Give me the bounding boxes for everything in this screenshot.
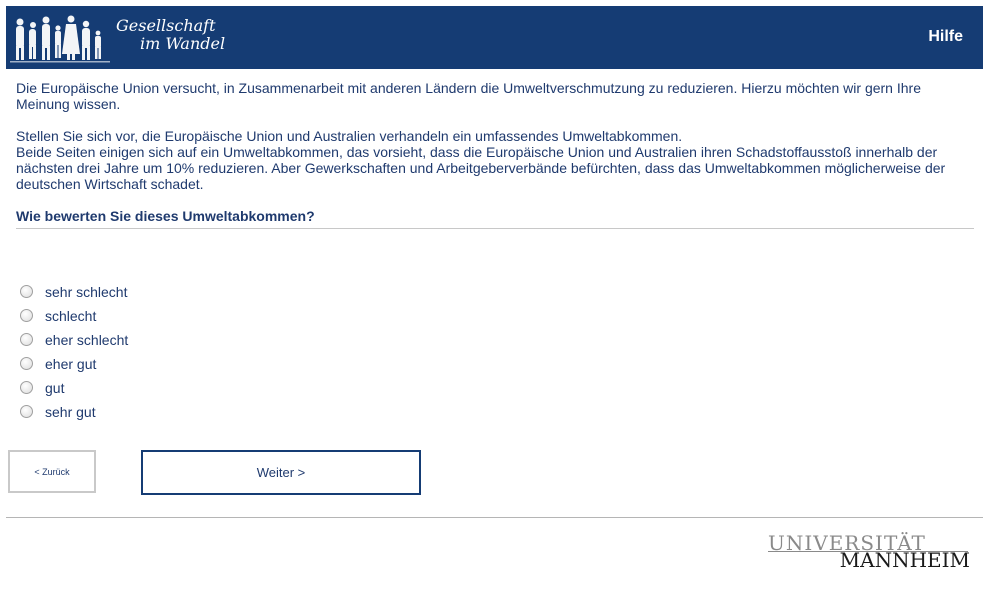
option-label: gut xyxy=(45,380,65,396)
site-logo-text: Gesellschaft im Wandel xyxy=(116,17,225,53)
option-label: sehr schlecht xyxy=(45,284,128,300)
intro-paragraph-2-line-1: Stellen Sie sich vor, die Europäische Un… xyxy=(16,128,683,144)
people-silhouette-logo xyxy=(10,15,110,63)
question-divider xyxy=(16,228,974,229)
option-sehr-gut[interactable]: sehr gut xyxy=(20,400,128,424)
option-sehr-schlecht[interactable]: sehr schlecht xyxy=(20,280,128,304)
option-eher-schlecht[interactable]: eher schlecht xyxy=(20,328,128,352)
help-link[interactable]: Hilfe xyxy=(928,28,963,46)
intro-paragraph-2: Stellen Sie sich vor, die Europäische Un… xyxy=(16,128,974,192)
option-label: schlecht xyxy=(45,308,97,324)
logo-line-2: im Wandel xyxy=(140,34,226,53)
answer-options: sehr schlecht schlecht eher schlecht ehe… xyxy=(20,280,128,424)
logo-line-1: Gesellschaft xyxy=(116,16,216,35)
option-label: eher schlecht xyxy=(45,332,129,348)
radio-button[interactable] xyxy=(20,380,33,394)
option-schlecht[interactable]: schlecht xyxy=(20,304,128,328)
next-button[interactable]: Weiter > xyxy=(141,450,421,495)
question-title: Wie bewerten Sie dieses Umweltabkommen? xyxy=(16,208,315,224)
radio-button[interactable] xyxy=(20,356,33,370)
option-label: eher gut xyxy=(45,356,97,372)
intro-text: Die Europäische Union versucht, in Zusam… xyxy=(16,80,974,192)
header-bar: Gesellschaft im Wandel Hilfe xyxy=(6,6,983,69)
radio-button[interactable] xyxy=(20,284,33,298)
university-logo: UNIVERSITÄT MANNHEIM xyxy=(768,531,970,572)
intro-paragraph-2-line-2: Beide Seiten einigen sich auf ein Umwelt… xyxy=(16,144,946,192)
intro-paragraph-1: Die Europäische Union versucht, in Zusam… xyxy=(16,80,921,112)
option-gut[interactable]: gut xyxy=(20,376,128,400)
radio-button[interactable] xyxy=(20,332,33,346)
footer-divider xyxy=(6,517,983,518)
university-logo-line-2: MANNHEIM xyxy=(839,548,970,572)
radio-button[interactable] xyxy=(20,404,33,418)
radio-button[interactable] xyxy=(20,308,33,322)
option-eher-gut[interactable]: eher gut xyxy=(20,352,128,376)
option-label: sehr gut xyxy=(45,404,96,420)
back-button[interactable]: < Zurück xyxy=(8,450,96,493)
